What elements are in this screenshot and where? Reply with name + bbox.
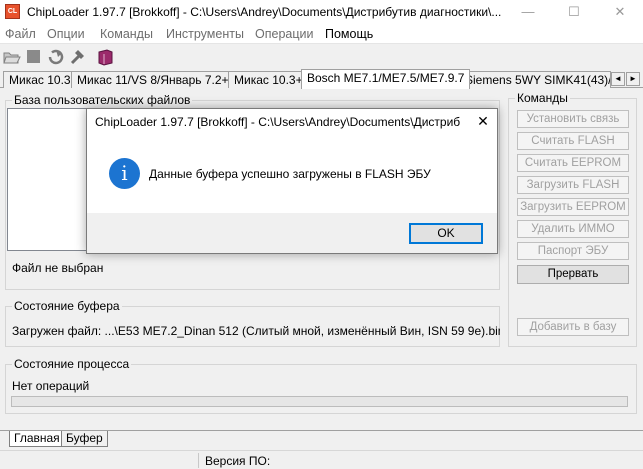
tab-siemens[interactable]: Siemens 5WY SIMK41(43)/EM bbox=[459, 71, 611, 88]
dialog-footer: OK bbox=[87, 213, 497, 253]
tab-mikas-10-3-plus[interactable]: Микас 10.3+ bbox=[228, 71, 309, 88]
status-separator bbox=[198, 453, 199, 468]
menu-tools[interactable]: Инструменты bbox=[166, 27, 244, 41]
menu-operations[interactable]: Операции bbox=[255, 27, 313, 41]
menu-help[interactable]: Помощь bbox=[325, 27, 373, 41]
menu-commands[interactable]: Команды bbox=[100, 27, 153, 41]
write-flash-button[interactable]: Загрузить FLASH bbox=[517, 176, 629, 194]
abort-button[interactable]: Прервать bbox=[517, 265, 629, 284]
title-bar: CL ChipLoader 1.97.7 [Brokkoff] - C:\Use… bbox=[0, 0, 643, 24]
device-tabs: Микас 10.3 Микас 11/VS 8/Январь 7.2+ Мик… bbox=[0, 69, 643, 89]
dialog-close-button[interactable]: ✕ bbox=[471, 111, 495, 131]
selected-file-label: Файл не выбран bbox=[12, 261, 104, 275]
read-eeprom-button[interactable]: Считать EEPROM bbox=[517, 154, 629, 172]
message-dialog: ChipLoader 1.97.7 [Brokkoff] - C:\Users\… bbox=[86, 108, 498, 254]
tab-mikas-11[interactable]: Микас 11/VS 8/Январь 7.2+ bbox=[71, 71, 235, 88]
menu-bar: Файл Опции Команды Инструменты Операции … bbox=[0, 24, 643, 44]
toolbar bbox=[0, 45, 643, 69]
buffer-state-title: Состояние буфера bbox=[12, 299, 122, 313]
tab-buffer[interactable]: Буфер bbox=[61, 431, 108, 447]
buffer-state-text: Загружен файл: ...\E53 ME7.2_Dinan 512 (… bbox=[12, 324, 500, 338]
menu-options[interactable]: Опции bbox=[47, 27, 85, 41]
version-label: Версия ПО: bbox=[205, 454, 271, 468]
dialog-message: Данные буфера успешно загружены в FLASH … bbox=[149, 167, 431, 181]
status-bar: Версия ПО: bbox=[0, 450, 643, 469]
window-title: ChipLoader 1.97.7 [Brokkoff] - C:\Users\… bbox=[27, 5, 502, 19]
book-icon[interactable] bbox=[96, 48, 114, 66]
minimize-button[interactable]: — bbox=[505, 0, 551, 24]
connect-button[interactable]: Установить связь bbox=[517, 110, 629, 128]
ecu-passport-button[interactable]: Паспорт ЭБУ bbox=[517, 242, 629, 260]
tab-scroll-right-icon[interactable]: ► bbox=[626, 72, 640, 86]
tab-bosch-me7[interactable]: Bosch ME7.1/ME7.5/ME7.9.7 bbox=[301, 69, 471, 89]
remove-immo-button[interactable]: Удалить ИММО bbox=[517, 220, 629, 238]
tab-scroll-left-icon[interactable]: ◄ bbox=[611, 72, 625, 86]
read-flash-button[interactable]: Считать FLASH bbox=[517, 132, 629, 150]
app-icon: CL bbox=[5, 4, 20, 19]
ok-button[interactable]: OK bbox=[409, 223, 483, 244]
dialog-title: ChipLoader 1.97.7 [Brokkoff] - C:\Users\… bbox=[95, 115, 461, 129]
process-progress-bar bbox=[11, 396, 628, 407]
maximize-button[interactable]: ☐ bbox=[551, 0, 597, 24]
menu-file[interactable]: Файл bbox=[5, 27, 36, 41]
add-to-database-button[interactable]: Добавить в базу bbox=[517, 318, 629, 336]
commands-title: Команды bbox=[515, 91, 570, 105]
tab-main[interactable]: Главная bbox=[9, 431, 65, 447]
info-icon: i bbox=[109, 158, 140, 189]
refresh-icon[interactable] bbox=[47, 48, 65, 66]
stop-icon[interactable] bbox=[25, 48, 43, 66]
process-state-title: Состояние процесса bbox=[12, 357, 132, 371]
tab-mikas-10-3[interactable]: Микас 10.3 bbox=[3, 71, 77, 88]
process-state-text: Нет операций bbox=[12, 379, 90, 393]
user-files-title: База пользовательских файлов bbox=[12, 93, 193, 107]
close-button[interactable]: ✕ bbox=[597, 0, 643, 24]
tools-icon[interactable] bbox=[69, 48, 87, 66]
open-folder-icon[interactable] bbox=[3, 48, 21, 66]
write-eeprom-button[interactable]: Загрузить EEPROM bbox=[517, 198, 629, 216]
